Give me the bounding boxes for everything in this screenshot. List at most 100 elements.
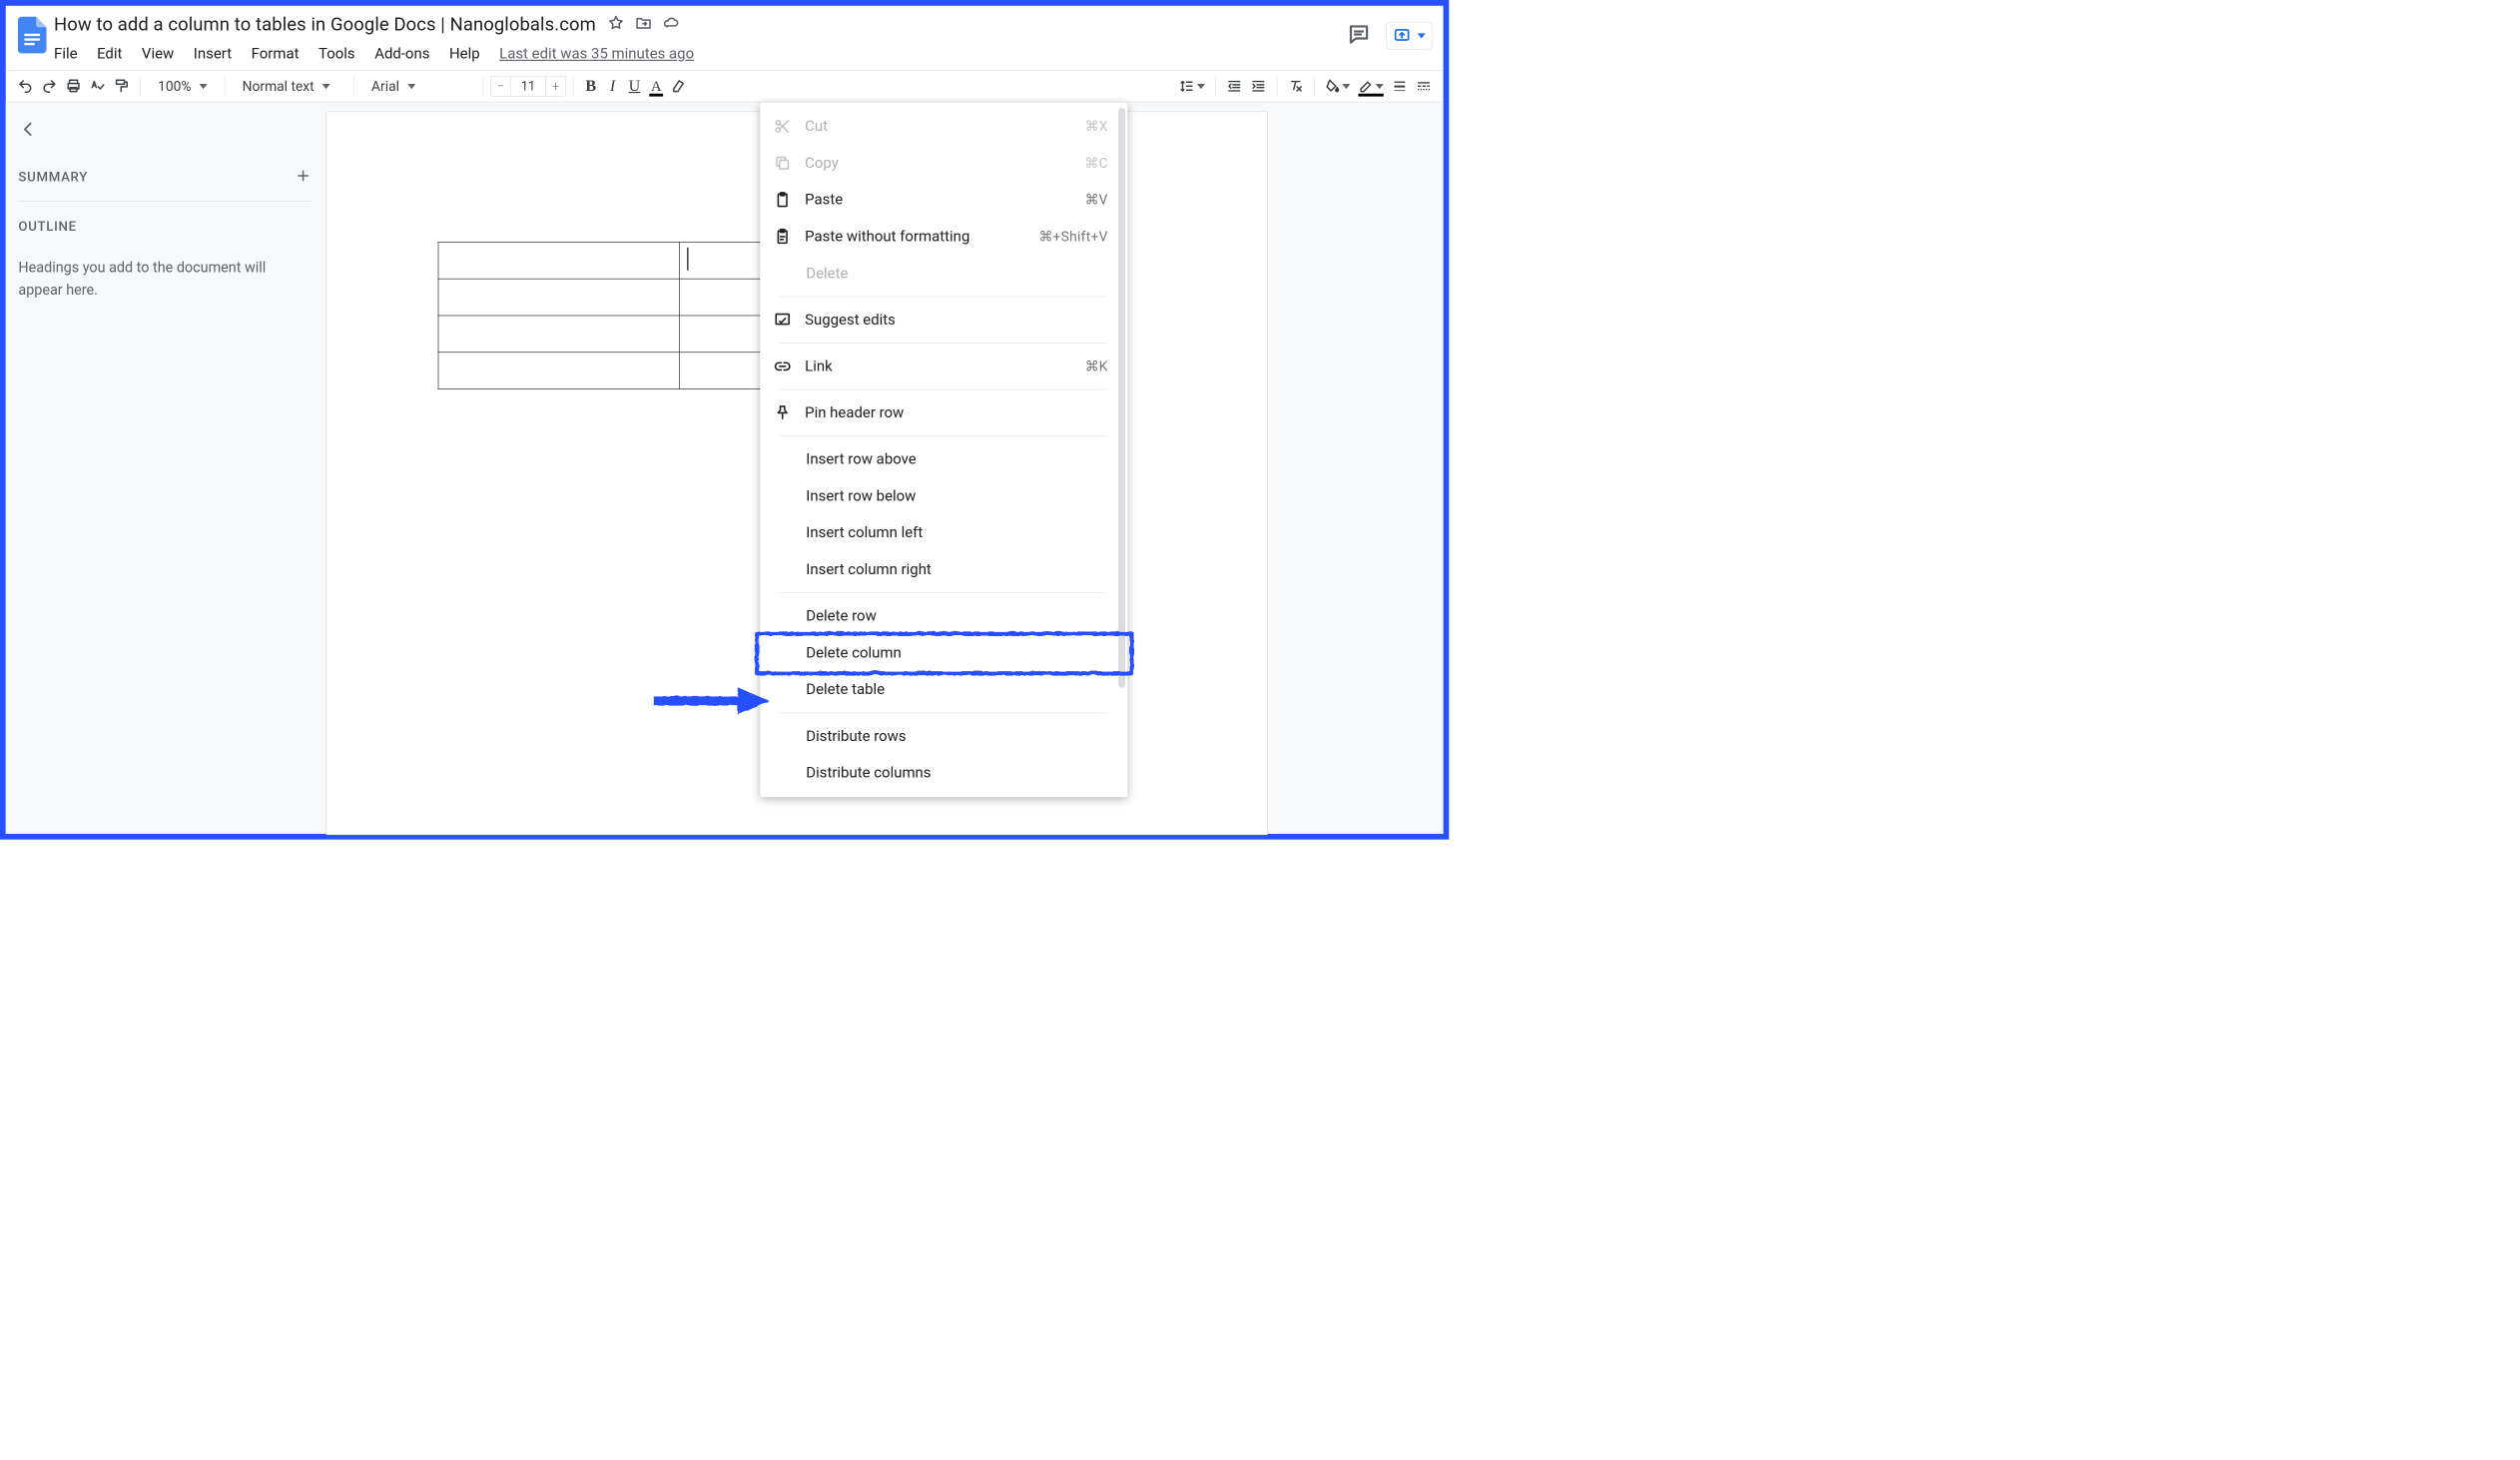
ctx-label: Insert row above [806,450,916,467]
text-color-button[interactable]: A [646,75,667,98]
clipboard-icon [774,191,791,208]
ctx-label: Insert column left [806,524,923,541]
zoom-dropdown[interactable]: 100% [148,78,218,94]
ctx-paste-shortcut: ⌘V [1085,192,1108,208]
ctx-delete-column[interactable]: Delete column [760,634,1127,671]
document-outline-sidebar: SUMMARY OUTLINE Headings you add to the … [6,102,326,834]
ctx-insert-column-left[interactable]: Insert column left [760,514,1127,551]
ctx-link[interactable]: Link ⌘K [760,348,1127,384]
ctx-suggest-edits[interactable]: Suggest edits [760,302,1127,339]
cloud-status-icon[interactable] [663,14,680,34]
pin-icon [774,404,791,421]
ctx-paste-without-formatting[interactable]: Paste without formatting ⌘+Shift+V [760,219,1127,256]
highlight-color-button[interactable] [668,75,691,98]
ctx-paste[interactable]: Paste ⌘V [760,182,1127,219]
ctx-insert-row-above[interactable]: Insert row above [760,441,1127,478]
toolbar: 100% Normal text Arial − 11 + B I U A [6,70,1444,102]
menu-help[interactable]: Help [449,45,480,62]
ctx-cut-shortcut: ⌘X [1085,118,1108,134]
suggest-edits-icon [774,312,791,329]
ctx-label: Delete table [806,681,885,698]
redo-button[interactable] [38,75,61,98]
chevron-down-icon [1376,84,1384,89]
ctx-link-shortcut: ⌘K [1085,359,1108,374]
menu-format[interactable]: Format [252,45,300,62]
outline-heading: OUTLINE [18,219,311,235]
ctx-copy-shortcut: ⌘C [1084,155,1107,171]
increase-font-size-button[interactable]: + [545,76,566,97]
undo-button[interactable] [14,75,37,98]
border-dash-button[interactable] [1413,75,1436,98]
paint-format-button[interactable] [110,75,133,98]
menu-insert[interactable]: Insert [194,45,232,62]
underline-button[interactable]: U [624,75,645,98]
border-width-button[interactable] [1388,75,1411,98]
scissors-icon [774,118,791,135]
ctx-insert-row-below[interactable]: Insert row below [760,477,1127,514]
ctx-suggest-label: Suggest edits [805,312,896,329]
spellcheck-button[interactable] [86,75,109,98]
chevron-down-icon [407,84,415,89]
ctx-link-label: Link [805,358,833,374]
ctx-distribute-rows[interactable]: Distribute rows [760,718,1127,755]
outline-placeholder: Headings you add to the document will ap… [18,258,294,303]
font-dropdown[interactable]: Arial [361,78,476,94]
menu-view[interactable]: View [142,45,174,62]
menu-edit[interactable]: Edit [97,45,122,62]
document-title[interactable]: How to add a column to tables in Google … [54,13,596,35]
bold-button[interactable]: B [580,75,601,98]
font-size-value[interactable]: 11 [511,76,545,97]
zoom-value: 100% [158,78,191,94]
table-context-menu: Cut ⌘X Copy ⌘C Paste ⌘V Paste without fo… [760,102,1127,797]
menu-addons[interactable]: Add-ons [374,45,429,62]
last-edit-link[interactable]: Last edit was 35 minutes ago [499,45,694,62]
italic-button[interactable]: I [602,75,623,98]
ctx-pin-label: Pin header row [805,404,904,421]
ctx-label: Insert column right [806,561,932,578]
collapse-outline-button[interactable] [18,120,311,142]
clear-formatting-button[interactable] [1284,75,1307,98]
font-value: Arial [371,78,399,94]
ctx-delete-table[interactable]: Delete table [760,671,1127,708]
style-value: Normal text [243,78,315,94]
ctx-cut-label: Cut [805,118,828,135]
ctx-delete-label: Delete [806,265,848,282]
decrease-font-size-button[interactable]: − [490,76,511,97]
decrease-indent-button[interactable] [1223,75,1246,98]
ctx-pin-header-row[interactable]: Pin header row [760,394,1127,431]
link-icon [774,358,791,374]
chevron-down-icon [200,84,208,89]
ctx-delete: Delete [760,255,1127,292]
share-button[interactable] [1386,22,1433,50]
menu-file[interactable]: File [54,45,77,62]
docs-logo[interactable] [14,10,51,59]
ctx-label: Delete row [806,607,877,624]
print-button[interactable] [62,75,85,98]
ctx-label: Delete column [806,644,901,661]
chevron-down-icon [1197,84,1205,89]
increase-indent-button[interactable] [1247,75,1270,98]
add-summary-button[interactable] [296,168,312,186]
ctx-cut: Cut ⌘X [760,108,1127,145]
copy-icon [774,155,791,172]
star-icon[interactable] [607,14,624,34]
line-spacing-button[interactable] [1175,75,1208,98]
ctx-paste-nofmt-shortcut: ⌘+Shift+V [1038,229,1107,245]
menu-tools[interactable]: Tools [318,45,355,62]
ctx-paste-label: Paste [805,191,843,208]
chevron-down-icon [1418,33,1426,38]
ctx-insert-column-right[interactable]: Insert column right [760,551,1127,588]
ctx-label: Distribute columns [806,764,931,781]
ctx-copy-label: Copy [805,155,839,172]
ctx-paste-nofmt-label: Paste without formatting [805,228,969,245]
styles-dropdown[interactable]: Normal text [232,78,346,94]
chevron-down-icon [322,84,330,89]
ctx-distribute-columns[interactable]: Distribute columns [760,755,1127,792]
summary-heading: SUMMARY [18,169,88,185]
border-color-button[interactable] [1355,75,1387,98]
fill-color-button[interactable] [1322,75,1354,98]
ctx-delete-row[interactable]: Delete row [760,598,1127,635]
move-icon[interactable] [635,14,652,34]
comments-button[interactable] [1347,22,1371,48]
clipboard-plain-icon [774,228,791,245]
